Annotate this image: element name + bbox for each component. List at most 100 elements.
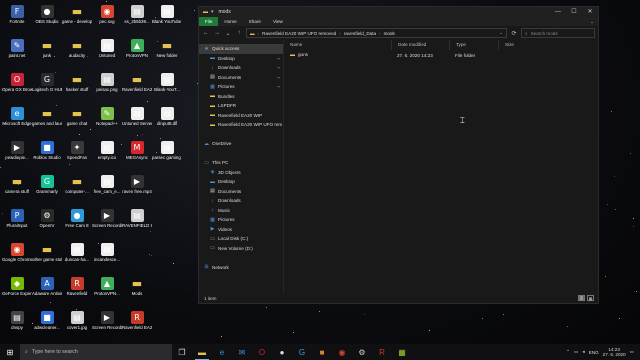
desktop-icon[interactable]: RRavenfield EA20 WIP <box>122 309 152 337</box>
address-bar[interactable]: ▬ › Ravenfield EA20 WIP UFO removed › ra… <box>246 28 507 38</box>
desktop-icon[interactable]: ◉ Google Chrome <box>2 241 32 269</box>
back-button[interactable]: ← <box>202 30 210 36</box>
maximize-button[interactable]: ☐ <box>566 7 582 17</box>
mail-icon[interactable]: ✉ <box>232 344 252 360</box>
column-type[interactable]: Type <box>449 40 498 50</box>
sidebar-item[interactable]: ★ Quick access <box>199 44 283 54</box>
desktop-icon[interactable]: F Fortnite <box>2 3 32 31</box>
desktop-icon[interactable]: ▶Screen Recordin... <box>92 309 122 337</box>
obs-icon[interactable]: ● <box>272 344 292 360</box>
desktop-icon[interactable]: P PluralInput <box>2 207 32 235</box>
sidebar-item[interactable]: ◈ 3D Objects <box>199 168 283 178</box>
table-row[interactable]: ▬ guns 27. 6. 2020 14:23 File folder <box>284 50 598 60</box>
desktop-icon[interactable]: R Ravenfield <box>62 275 92 303</box>
desktop-icon[interactable]: ▬Ravenfield EA20 WIP <box>122 71 152 99</box>
sidebar-item[interactable]: ▬ LSPDFR <box>199 101 283 111</box>
desktop-icon[interactable]: ▤ peisac.png <box>92 71 122 99</box>
minimize-button[interactable]: — <box>550 7 566 17</box>
desktop-icon[interactable]: ▤ empty.ico <box>92 139 122 167</box>
tray-chevron-icon[interactable]: ⌃ <box>566 349 570 355</box>
column-name[interactable]: Name <box>284 40 391 50</box>
desktop-icon[interactable]: ▬ hacker stuff <box>62 71 92 99</box>
refresh-button[interactable]: ⟳ <box>510 30 518 37</box>
desktop-icon[interactable]: ▶Screen Recordin... <box>92 207 122 235</box>
desktop-icon[interactable]: ◉ pec.svg <box>92 3 122 31</box>
recent-locations-button[interactable]: ⌄ <box>224 30 232 37</box>
desktop-icon[interactable]: ⚙ OpenIV <box>32 207 62 235</box>
column-size[interactable]: Size <box>498 40 538 50</box>
sidebar-item[interactable]: ▬ Desktop ⊸ <box>199 54 283 64</box>
desktop-icon[interactable]: ▬ camera stuff <box>2 173 32 201</box>
desktop-icon[interactable]: ▤ duncan-ha... <box>62 241 92 269</box>
quick-access-toolbar-icon[interactable]: ▾ <box>211 9 214 15</box>
breadcrumb-segment[interactable]: Ravenfield EA20 WIP UFO removed <box>262 31 336 36</box>
sidebar-item[interactable]: ⊞ Network <box>199 263 283 273</box>
up-button[interactable]: ↑ <box>235 30 243 36</box>
search-input[interactable]: ⌕ Search mods <box>521 28 595 38</box>
column-date-modified[interactable]: Date modified <box>391 40 449 50</box>
tab-share[interactable]: Share <box>243 17 267 26</box>
chrome-icon[interactable]: ◉ <box>332 344 352 360</box>
desktop-icon[interactable]: ▲ ProtonVPN <box>122 37 152 65</box>
desktop-icon[interactable]: OOpera GX Browser <box>2 71 32 99</box>
details-view-button[interactable]: ≣ <box>578 295 585 301</box>
desktop-icon[interactable]: ▬ New folder <box>152 37 182 65</box>
chevron-down-icon[interactable]: ⌄ <box>499 30 506 36</box>
desktop-icon[interactable]: ▶ pewdiepie... <box>2 139 32 167</box>
desktop-icon[interactable]: ◆GeForce Experience <box>2 275 32 303</box>
desktop-icon[interactable]: G Logitech G HUB <box>32 71 62 99</box>
desktop-icon[interactable]: ▬games and launchers <box>32 105 62 133</box>
desktop-icon[interactable]: ▤RAVENFIELD SFE.jpg <box>122 207 152 235</box>
large-icons-view-button[interactable]: ▦ <box>587 295 594 301</box>
forward-button[interactable]: → <box>213 30 221 36</box>
task-view-icon[interactable]: ❐ <box>172 344 192 360</box>
sidebar-item[interactable]: ▦ Pictures <box>199 215 283 225</box>
logitech-icon[interactable]: G <box>292 344 312 360</box>
desktop-icon[interactable]: ■ Roblox Studio <box>32 139 62 167</box>
sidebar-item[interactable]: ↓ Downloads <box>199 196 283 206</box>
sidebar-item[interactable]: ▬ Ravenfield EA20 WIP <box>199 111 283 121</box>
desktop-icon[interactable]: ▬ other game stuff <box>32 241 62 269</box>
breadcrumb-segment[interactable]: mods <box>384 31 395 36</box>
image-viewer-icon[interactable]: ▦ <box>392 344 412 360</box>
taskbar-search-box[interactable]: ⌕ Type here to search <box>20 344 172 360</box>
desktop-icon[interactable]: ✎ Notepad++ <box>92 105 122 133</box>
start-button[interactable]: ⊞ <box>0 344 20 360</box>
desktop-icon[interactable]: ▤ Untuned Server <box>122 105 152 133</box>
desktop-icon[interactable]: ▬ audacity <box>62 37 92 65</box>
sidebar-item[interactable]: ▶ Videos <box>199 225 283 235</box>
desktop-icon[interactable]: ▬ computer-... <box>62 173 92 201</box>
sidebar-item[interactable]: ▬ Bundles <box>199 92 283 102</box>
sidebar-item[interactable]: ☁ OneDrive <box>199 139 283 149</box>
ravenfield-icon[interactable]: R <box>372 344 392 360</box>
game-icon[interactable]: ■ <box>312 344 332 360</box>
desktop-icon[interactable]: M MEGAsync <box>122 139 152 167</box>
close-button[interactable]: ✕ <box>582 7 598 17</box>
desktop-icon[interactable]: ▬ Mods <box>122 275 152 303</box>
sidebar-item[interactable]: ▦ Pictures ⊸ <box>199 82 283 92</box>
opera-icon[interactable]: O <box>252 344 272 360</box>
clock[interactable]: 14:23 27. 6. 2020 <box>603 347 626 358</box>
sidebar-item[interactable]: ▤ Documents ⊸ <box>199 73 283 83</box>
edge-icon[interactable]: e <box>212 344 232 360</box>
desktop-icon[interactable]: ▬game - development <box>62 3 92 31</box>
file-explorer-icon[interactable]: ▬ <box>192 344 212 360</box>
sidebar-item[interactable]: ▬ Desktop <box>199 177 283 187</box>
expand-ribbon-icon[interactable]: ⌄ <box>590 19 598 25</box>
desktop-icon[interactable]: G Grammarly <box>32 173 62 201</box>
sidebar-item[interactable]: ▭ Local Disk (C:) <box>199 234 283 244</box>
desktop-icon[interactable]: ▤ dinput8.dll <box>152 105 182 133</box>
sidebar-item[interactable]: ♪ Music <box>199 206 283 216</box>
desktop-icon[interactable]: ▤ ss_3b5b39... <box>122 3 152 31</box>
desktop-icon[interactable]: ▤Blank YouTube B... <box>152 3 182 31</box>
sidebar-item[interactable]: ▭ This PC <box>199 158 283 168</box>
desktop-icon[interactable]: ▬ junk <box>32 37 62 65</box>
desktop-icon[interactable]: ▤ free_cam_e... <box>92 173 122 201</box>
desktop-icon[interactable]: ✦ SpeedFan <box>62 139 92 167</box>
desktop-icon[interactable]: ▤ Untuned <box>92 37 122 65</box>
sidebar-item[interactable]: ▬ Ravenfield EA20 WIP UFO rem <box>199 120 283 130</box>
desktop-icon[interactable]: ▤ cover1.jpg <box>62 309 92 337</box>
desktop-icon[interactable]: ✎ paint.net <box>2 37 32 65</box>
sidebar-item[interactable]: ▤ Documents <box>199 187 283 197</box>
desktop-icon[interactable]: ■ adwcleaner... <box>32 309 62 337</box>
